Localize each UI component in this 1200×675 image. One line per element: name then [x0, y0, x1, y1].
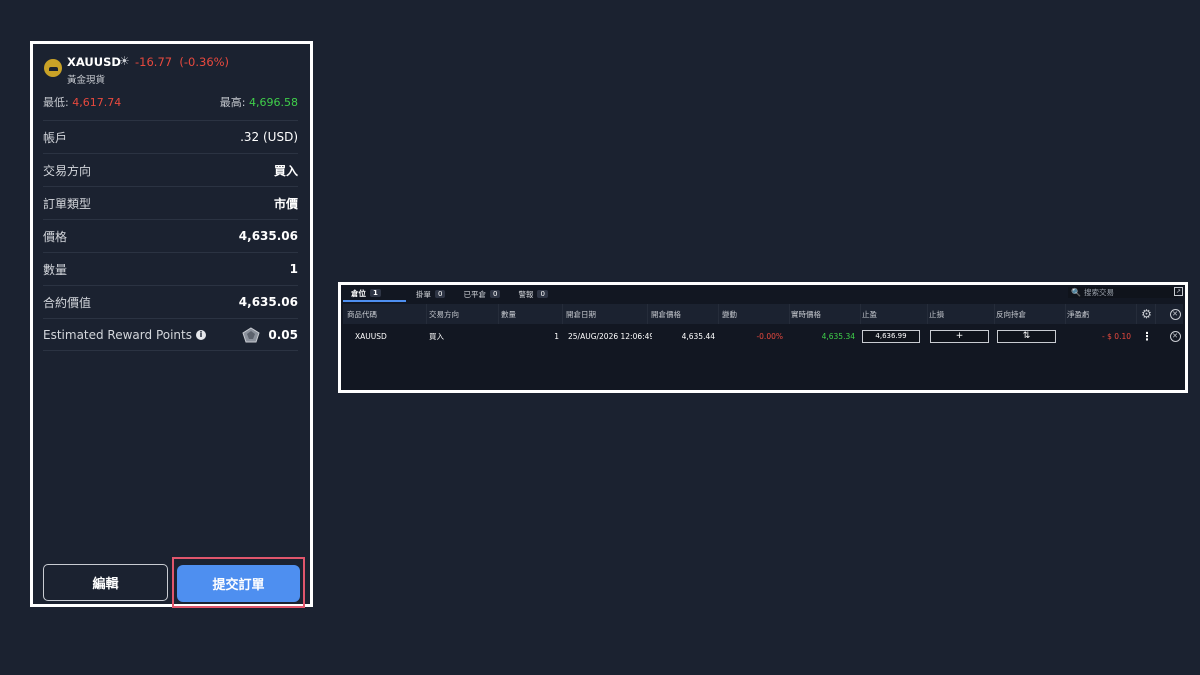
search-icon: 🔍 — [1071, 288, 1081, 297]
tab-label: 掛單 — [416, 289, 431, 299]
col-live-price: 實時價格 — [791, 304, 861, 324]
high-label: 最高: — [219, 96, 246, 109]
row-take-profit-cell: 4,636.99 — [862, 325, 928, 347]
col-open-date: 開倉日期 — [566, 304, 648, 324]
settings-gear-icon[interactable]: ⚙ — [1138, 304, 1156, 324]
field-value: 1 — [289, 262, 298, 276]
field-reward-points: Estimated Reward Points i 0.05 — [43, 318, 298, 351]
positions-table-header: 商品代碼 交易方向 數量 開倉日期 開倉價格 變動 實時價格 止盈 止損 反向持… — [343, 304, 1183, 324]
table-row[interactable]: XAUUSD 買入 1 25/AUG/2026 12:06:49 4,635.4… — [343, 325, 1183, 347]
close-all-icon[interactable]: ✕ — [1169, 308, 1181, 320]
row-quantity: 1 — [554, 331, 559, 341]
field-label: 訂單類型 — [43, 196, 92, 211]
order-fields: 帳戶 .32 (USD) 交易方向 買入 訂單類型 市價 價格 4,635.06… — [43, 120, 298, 351]
tab-count: 1 — [370, 289, 381, 297]
tab-alerts[interactable]: 警報 0 — [510, 286, 555, 302]
search-trades-input[interactable]: 🔍 搜索交易 — [1068, 287, 1178, 298]
gold-symbol-icon — [44, 59, 62, 77]
row-direction: 買入 — [429, 331, 444, 341]
tab-label: 倉位 — [351, 288, 366, 298]
reward-value: 0.05 — [268, 327, 298, 342]
field-label: 交易方向 — [43, 163, 92, 178]
day-low: 最低: 4,617.74 — [43, 94, 121, 110]
day-high: 最高: 4,696.58 — [220, 94, 298, 110]
field-value: 市價 — [273, 196, 298, 211]
row-change: -0.00% — [756, 331, 783, 341]
info-icon[interactable]: i — [196, 329, 206, 340]
edit-button[interactable]: 編輯 — [43, 564, 168, 601]
tab-count: 0 — [537, 290, 548, 298]
reward-gem-icon — [242, 326, 260, 342]
col-quantity: 數量 — [501, 304, 563, 324]
col-net-pnl: 淨盈虧 — [1067, 304, 1137, 324]
field-value: 0.05 — [242, 326, 298, 343]
row-open-price: 4,635.44 — [681, 331, 715, 341]
row-menu-icon[interactable]: ⋮ — [1138, 325, 1156, 347]
tab-label: 警報 — [518, 289, 534, 299]
field-label: Estimated Reward Points i — [43, 328, 206, 342]
add-stop-loss-button[interactable]: + — [930, 329, 989, 343]
col-direction: 交易方向 — [429, 304, 499, 324]
row-reverse-cell: ⇅ — [997, 325, 1067, 347]
market-open-sun-icon: ☀ — [119, 54, 130, 68]
field-price[interactable]: 價格 4,635.06 — [43, 219, 298, 252]
high-value: 4,696.58 — [249, 96, 298, 109]
row-live-price: 4,635.34 — [821, 331, 855, 341]
field-label: 帳戶 — [43, 130, 68, 145]
tab-count: 0 — [435, 290, 446, 298]
low-value: 4,617.74 — [72, 96, 122, 109]
col-take-profit: 止盈 — [862, 304, 928, 324]
field-value: .32 (USD) — [240, 130, 298, 144]
field-label: 合約價值 — [43, 295, 92, 310]
field-direction[interactable]: 交易方向 買入 — [43, 153, 298, 186]
close-all-cell: ✕ — [1167, 304, 1183, 324]
positions-tabs: 倉位 1 掛單 0 已平倉 0 警報 0 — [343, 286, 558, 303]
close-position-icon[interactable]: ✕ — [1169, 330, 1181, 342]
field-label: 數量 — [43, 262, 68, 277]
change-percent: (-0.36%) — [179, 55, 230, 69]
field-order-type[interactable]: 訂單類型 市價 — [43, 186, 298, 219]
symbol-subtitle: 黃金現貨 — [67, 75, 106, 86]
row-open-date: 25/AUG/2026 12:06:49 — [568, 331, 652, 341]
tab-positions[interactable]: 倉位 1 — [343, 286, 406, 302]
change-value: -16.77 — [135, 55, 173, 69]
row-symbol: XAUUSD — [355, 331, 387, 341]
submit-order-button[interactable]: 提交訂單 — [177, 565, 300, 602]
col-change: 變動 — [722, 304, 790, 324]
reward-label: Estimated Reward Points — [43, 327, 192, 342]
symbol-name: XAUUSD — [67, 55, 121, 69]
search-placeholder: 搜索交易 — [1083, 288, 1114, 297]
field-value: 4,635.06 — [238, 295, 298, 309]
reverse-position-button[interactable]: ⇅ — [997, 329, 1056, 343]
symbol-change: -16.77 (-0.36%) — [135, 55, 229, 69]
row-close-cell: ✕ — [1167, 325, 1183, 347]
field-value: 4,635.06 — [238, 229, 298, 243]
tab-closed[interactable]: 已平倉 0 — [455, 286, 508, 302]
field-contract-value: 合約價值 4,635.06 — [43, 285, 298, 318]
positions-panel: 倉位 1 掛單 0 已平倉 0 警報 0 🔍 搜索交易 ↗ 商品代碼 交易方向 … — [338, 282, 1188, 393]
row-stop-loss-cell: + — [930, 325, 996, 347]
field-label: 價格 — [43, 229, 68, 244]
expand-icon[interactable]: ↗ — [1174, 287, 1183, 296]
tab-label: 已平倉 — [463, 289, 486, 299]
col-reverse: 反向持倉 — [996, 304, 1066, 324]
low-label: 最低: — [43, 96, 69, 109]
tab-pending-orders[interactable]: 掛單 0 — [408, 286, 453, 302]
field-quantity[interactable]: 數量 1 — [43, 252, 298, 285]
col-symbol: 商品代碼 — [347, 304, 427, 324]
submit-highlight: 提交訂單 — [172, 557, 305, 608]
order-panel: XAUUSD ☀ -16.77 (-0.36%) 黃金現貨 最低: 4,617.… — [30, 41, 313, 608]
field-value: 買入 — [273, 163, 298, 178]
field-account[interactable]: 帳戶 .32 (USD) — [43, 120, 298, 153]
tab-count: 0 — [489, 290, 501, 298]
row-net-pnl: - $ 0.10 — [1102, 331, 1131, 341]
col-stop-loss: 止損 — [929, 304, 995, 324]
take-profit-input[interactable]: 4,636.99 — [862, 329, 920, 343]
col-open-price: 開倉價格 — [651, 304, 719, 324]
